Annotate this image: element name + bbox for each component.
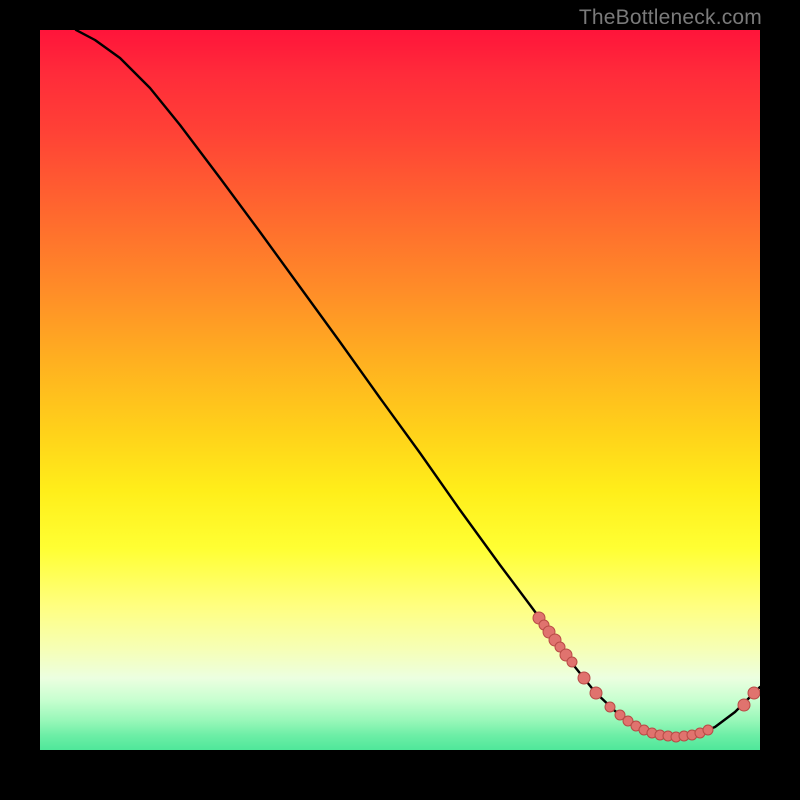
- curve-marker: [560, 649, 572, 661]
- curve-marker: [687, 730, 697, 740]
- curve-marker: [543, 626, 555, 638]
- curve-marker: [748, 687, 760, 699]
- curve-marker: [615, 710, 625, 720]
- curve-marker: [647, 728, 657, 738]
- chart-svg: [40, 30, 760, 750]
- curve-marker: [539, 620, 549, 630]
- curve-marker: [703, 725, 713, 735]
- curve-marker: [590, 687, 602, 699]
- curve-marker: [695, 728, 705, 738]
- watermark-text: TheBottleneck.com: [579, 6, 762, 30]
- curve-marker: [655, 730, 665, 740]
- curve-marker: [623, 716, 633, 726]
- chart-plot-area: [40, 30, 760, 750]
- curve-marker: [671, 732, 681, 742]
- curve-marker: [555, 642, 565, 652]
- curve-marker: [549, 634, 561, 646]
- curve-marker: [631, 721, 641, 731]
- curve-marker: [639, 725, 649, 735]
- curve-marker: [605, 702, 615, 712]
- curve-marker: [533, 612, 545, 624]
- bottleneck-curve: [76, 30, 760, 737]
- curve-markers: [533, 612, 760, 742]
- chart-stage: TheBottleneck.com: [0, 0, 800, 800]
- curve-marker: [578, 672, 590, 684]
- curve-marker: [567, 657, 577, 667]
- curve-marker: [679, 731, 689, 741]
- curve-marker: [738, 699, 750, 711]
- curve-marker: [663, 731, 673, 741]
